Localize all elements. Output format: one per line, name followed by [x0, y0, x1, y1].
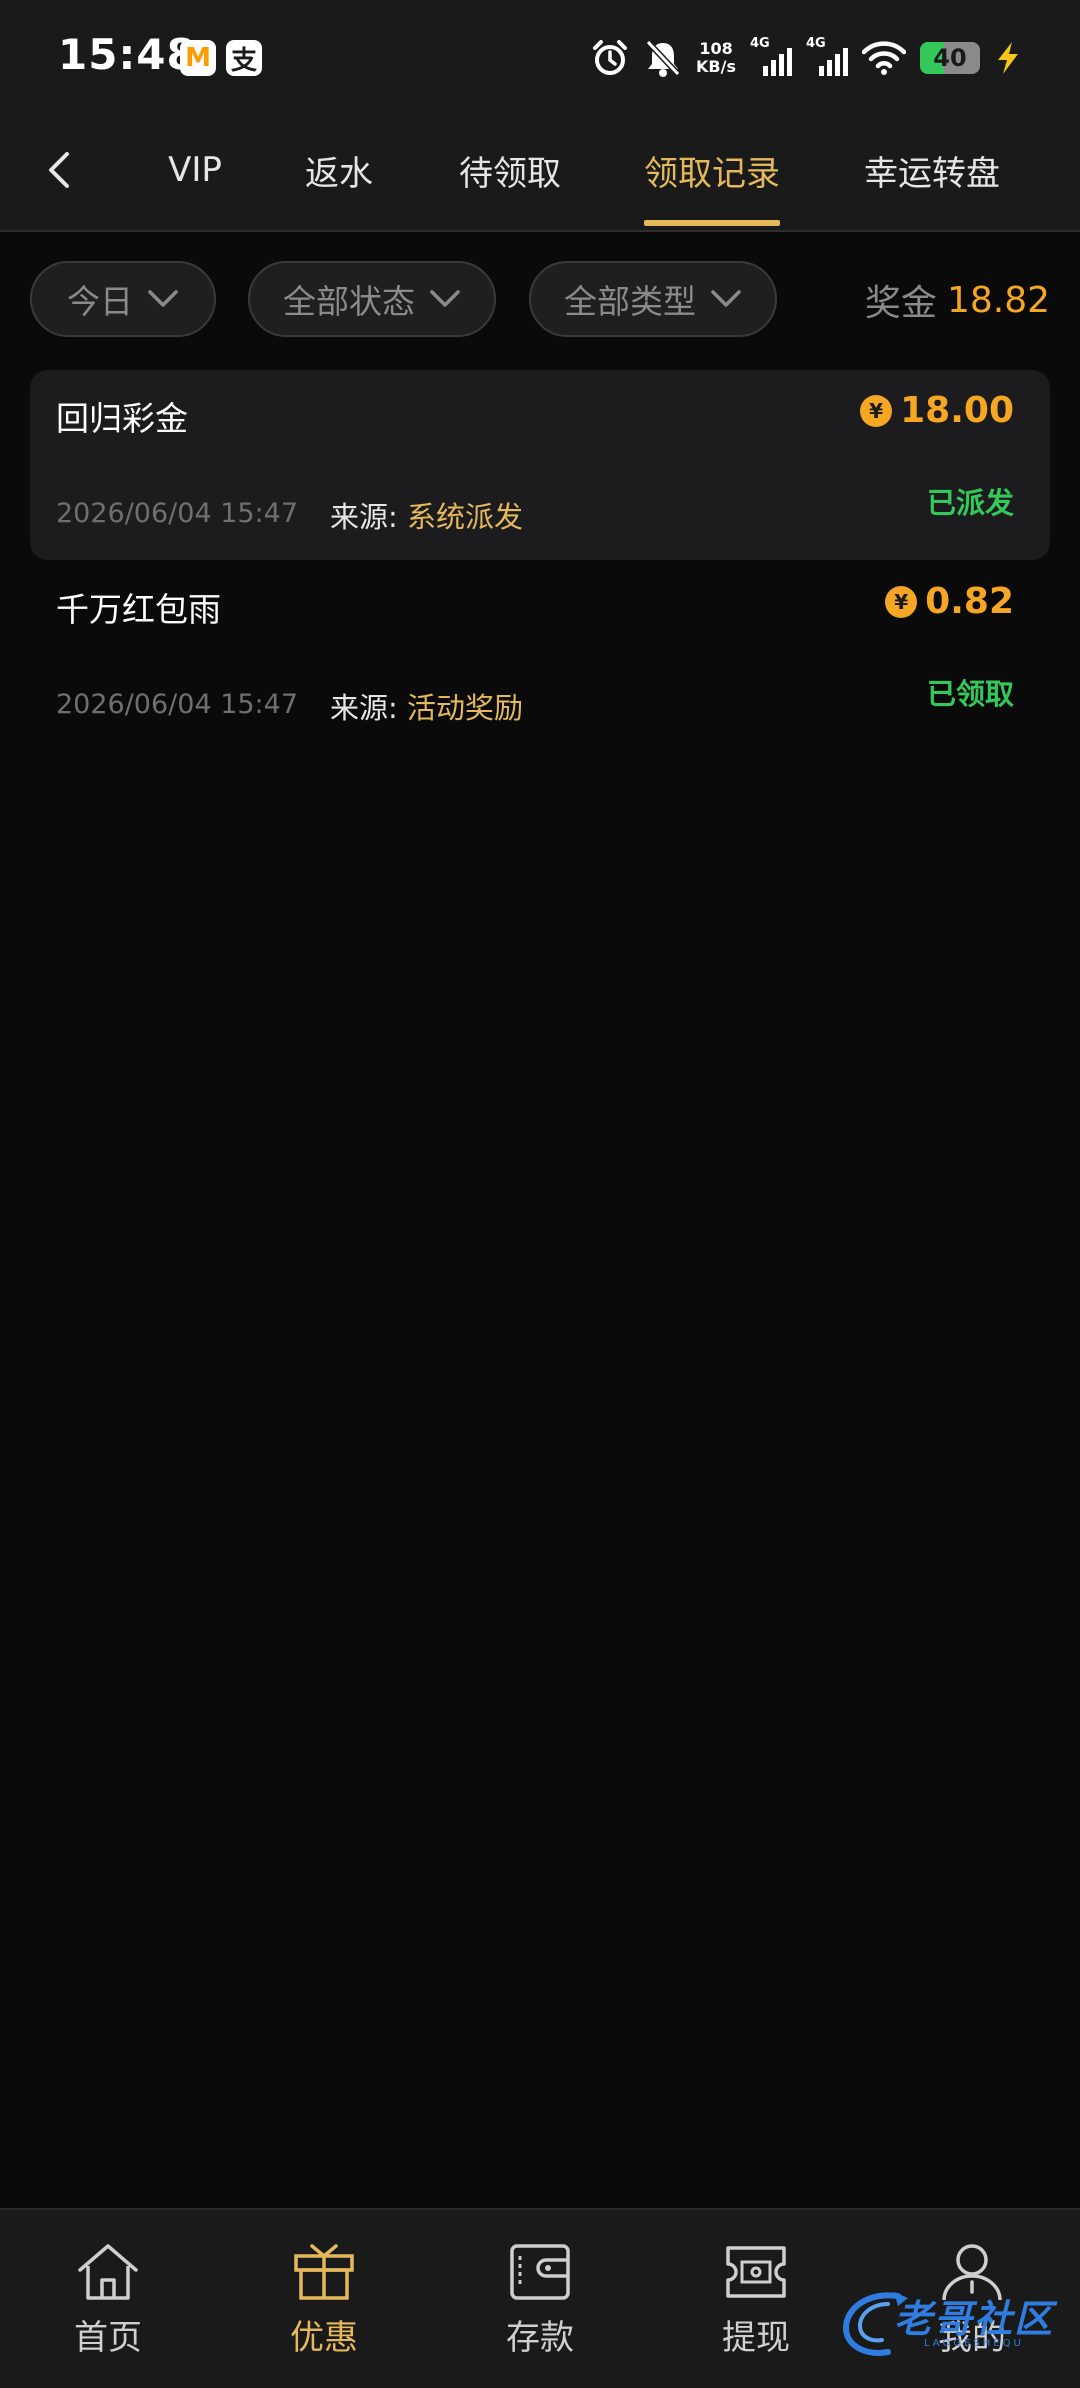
- status-icons: 108 KB/s 4G 4G 40: [590, 34, 1022, 82]
- tab-lucky-wheel[interactable]: 幸运转盘: [856, 140, 1008, 200]
- status-time: 15:48: [58, 30, 197, 79]
- wifi-icon: [862, 41, 906, 75]
- yuan-coin-icon: ¥: [860, 394, 893, 427]
- network-speed-value: 108: [699, 39, 733, 58]
- bottom-nav-withdraw[interactable]: 提现: [686, 2240, 826, 2360]
- record-source: 来源: 活动奖励: [330, 685, 523, 727]
- alarm-icon: [593, 40, 628, 75]
- record-source-label: 来源:: [330, 500, 398, 534]
- tab-pending[interactable]: 待领取: [452, 140, 568, 200]
- gift-icon: [294, 2244, 354, 2300]
- record-amount-value: 0.82: [925, 581, 1014, 622]
- record-item[interactable]: 千万红包雨 ¥ 0.82 2026/06/04 15:47 来源: 活动奖励 已…: [30, 561, 1050, 751]
- cash-icon: [726, 2246, 786, 2298]
- battery-level: 40: [933, 44, 967, 72]
- date-filter-value: 今日: [67, 282, 133, 321]
- wallet-icon: [510, 2244, 570, 2300]
- alipay-notification-icon: 支: [226, 40, 262, 76]
- status-bar: 15:48 M 支 108 KB/s 4G 4G 40: [0, 0, 1080, 110]
- record-source-value: 系统派发: [407, 500, 524, 534]
- bonus-total-value: 18.82: [946, 279, 1050, 321]
- tab-claim-records[interactable]: 领取记录: [636, 140, 788, 200]
- bottom-nav-label: 提现: [722, 2318, 790, 2358]
- tab-vip[interactable]: VIP: [160, 140, 230, 200]
- app-notification-icon: M: [180, 40, 216, 76]
- record-source-label: 来源:: [330, 691, 398, 725]
- tab-navigation: VIP 返水 待领取 领取记录 幸运转盘: [0, 110, 1080, 232]
- yuan-coin-icon: ¥: [885, 585, 918, 618]
- record-time: 2026/06/04 15:47: [56, 689, 299, 720]
- date-filter-dropdown[interactable]: 今日: [30, 261, 216, 337]
- bottom-nav-label: 优惠: [290, 2318, 358, 2358]
- record-item[interactable]: 回归彩金 ¥ 18.00 2026/06/04 15:47 来源: 系统派发 已…: [30, 370, 1050, 560]
- signal-2-icon: 4G: [806, 36, 848, 78]
- record-source: 来源: 系统派发: [330, 494, 523, 536]
- chevron-down-icon: [148, 290, 178, 307]
- type-filter-dropdown[interactable]: 全部类型: [529, 261, 777, 337]
- bottom-nav-deposit[interactable]: 存款: [470, 2240, 610, 2360]
- type-filter-value: 全部类型: [564, 282, 696, 321]
- bell-off-icon: [645, 39, 681, 77]
- record-amount: ¥ 0.82: [885, 581, 1014, 622]
- record-status: 已派发: [926, 486, 1014, 520]
- charging-icon: [998, 42, 1018, 74]
- home-icon: [78, 2244, 138, 2300]
- active-tab-indicator: [644, 220, 780, 226]
- record-amount-value: 18.00: [900, 390, 1014, 431]
- page: 15:48 M 支 108 KB/s 4G 4G 40 VIP 返水 待领取 领…: [0, 0, 1080, 2388]
- bottom-nav-label: 首页: [74, 2318, 142, 2358]
- battery-icon: 40: [920, 42, 980, 74]
- bottom-nav-promotions[interactable]: 优惠: [254, 2240, 394, 2360]
- record-status: 已领取: [926, 677, 1014, 711]
- status-filter-dropdown[interactable]: 全部状态: [248, 261, 496, 337]
- watermark-text: 老哥社区: [894, 2297, 1055, 2341]
- chevron-down-icon: [430, 290, 460, 307]
- watermark-subtext: LAOGESHEQU: [924, 2338, 1024, 2349]
- bonus-total: 奖金 18.82: [865, 272, 1050, 328]
- chevron-down-icon: [711, 290, 741, 307]
- record-name: 回归彩金: [56, 399, 188, 438]
- back-button[interactable]: [30, 140, 90, 200]
- status-filter-value: 全部状态: [283, 282, 415, 321]
- network-speed-unit: KB/s: [696, 57, 736, 76]
- record-time: 2026/06/04 15:47: [56, 498, 299, 529]
- record-source-value: 活动奖励: [407, 691, 524, 725]
- watermark: 老哥社区 LAOGESHEQU: [838, 2286, 1064, 2362]
- record-name: 千万红包雨: [56, 590, 221, 629]
- record-amount: ¥ 18.00: [860, 390, 1014, 431]
- tab-rebate[interactable]: 返水: [296, 140, 382, 200]
- bottom-nav-home[interactable]: 首页: [38, 2240, 178, 2360]
- signal-1-icon: 4G: [750, 36, 792, 78]
- network-speed: 108 KB/s: [696, 40, 736, 76]
- bottom-nav-label: 存款: [506, 2318, 574, 2358]
- bonus-total-label: 奖金: [864, 283, 937, 324]
- chevron-left-icon: [49, 152, 69, 188]
